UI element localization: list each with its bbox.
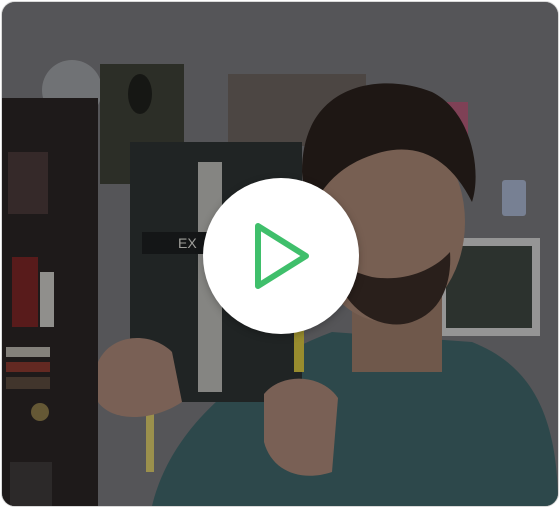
play-icon [255, 223, 309, 289]
video-player[interactable]: EX Play video [1, 1, 559, 507]
play-button[interactable]: Play video [203, 178, 359, 334]
